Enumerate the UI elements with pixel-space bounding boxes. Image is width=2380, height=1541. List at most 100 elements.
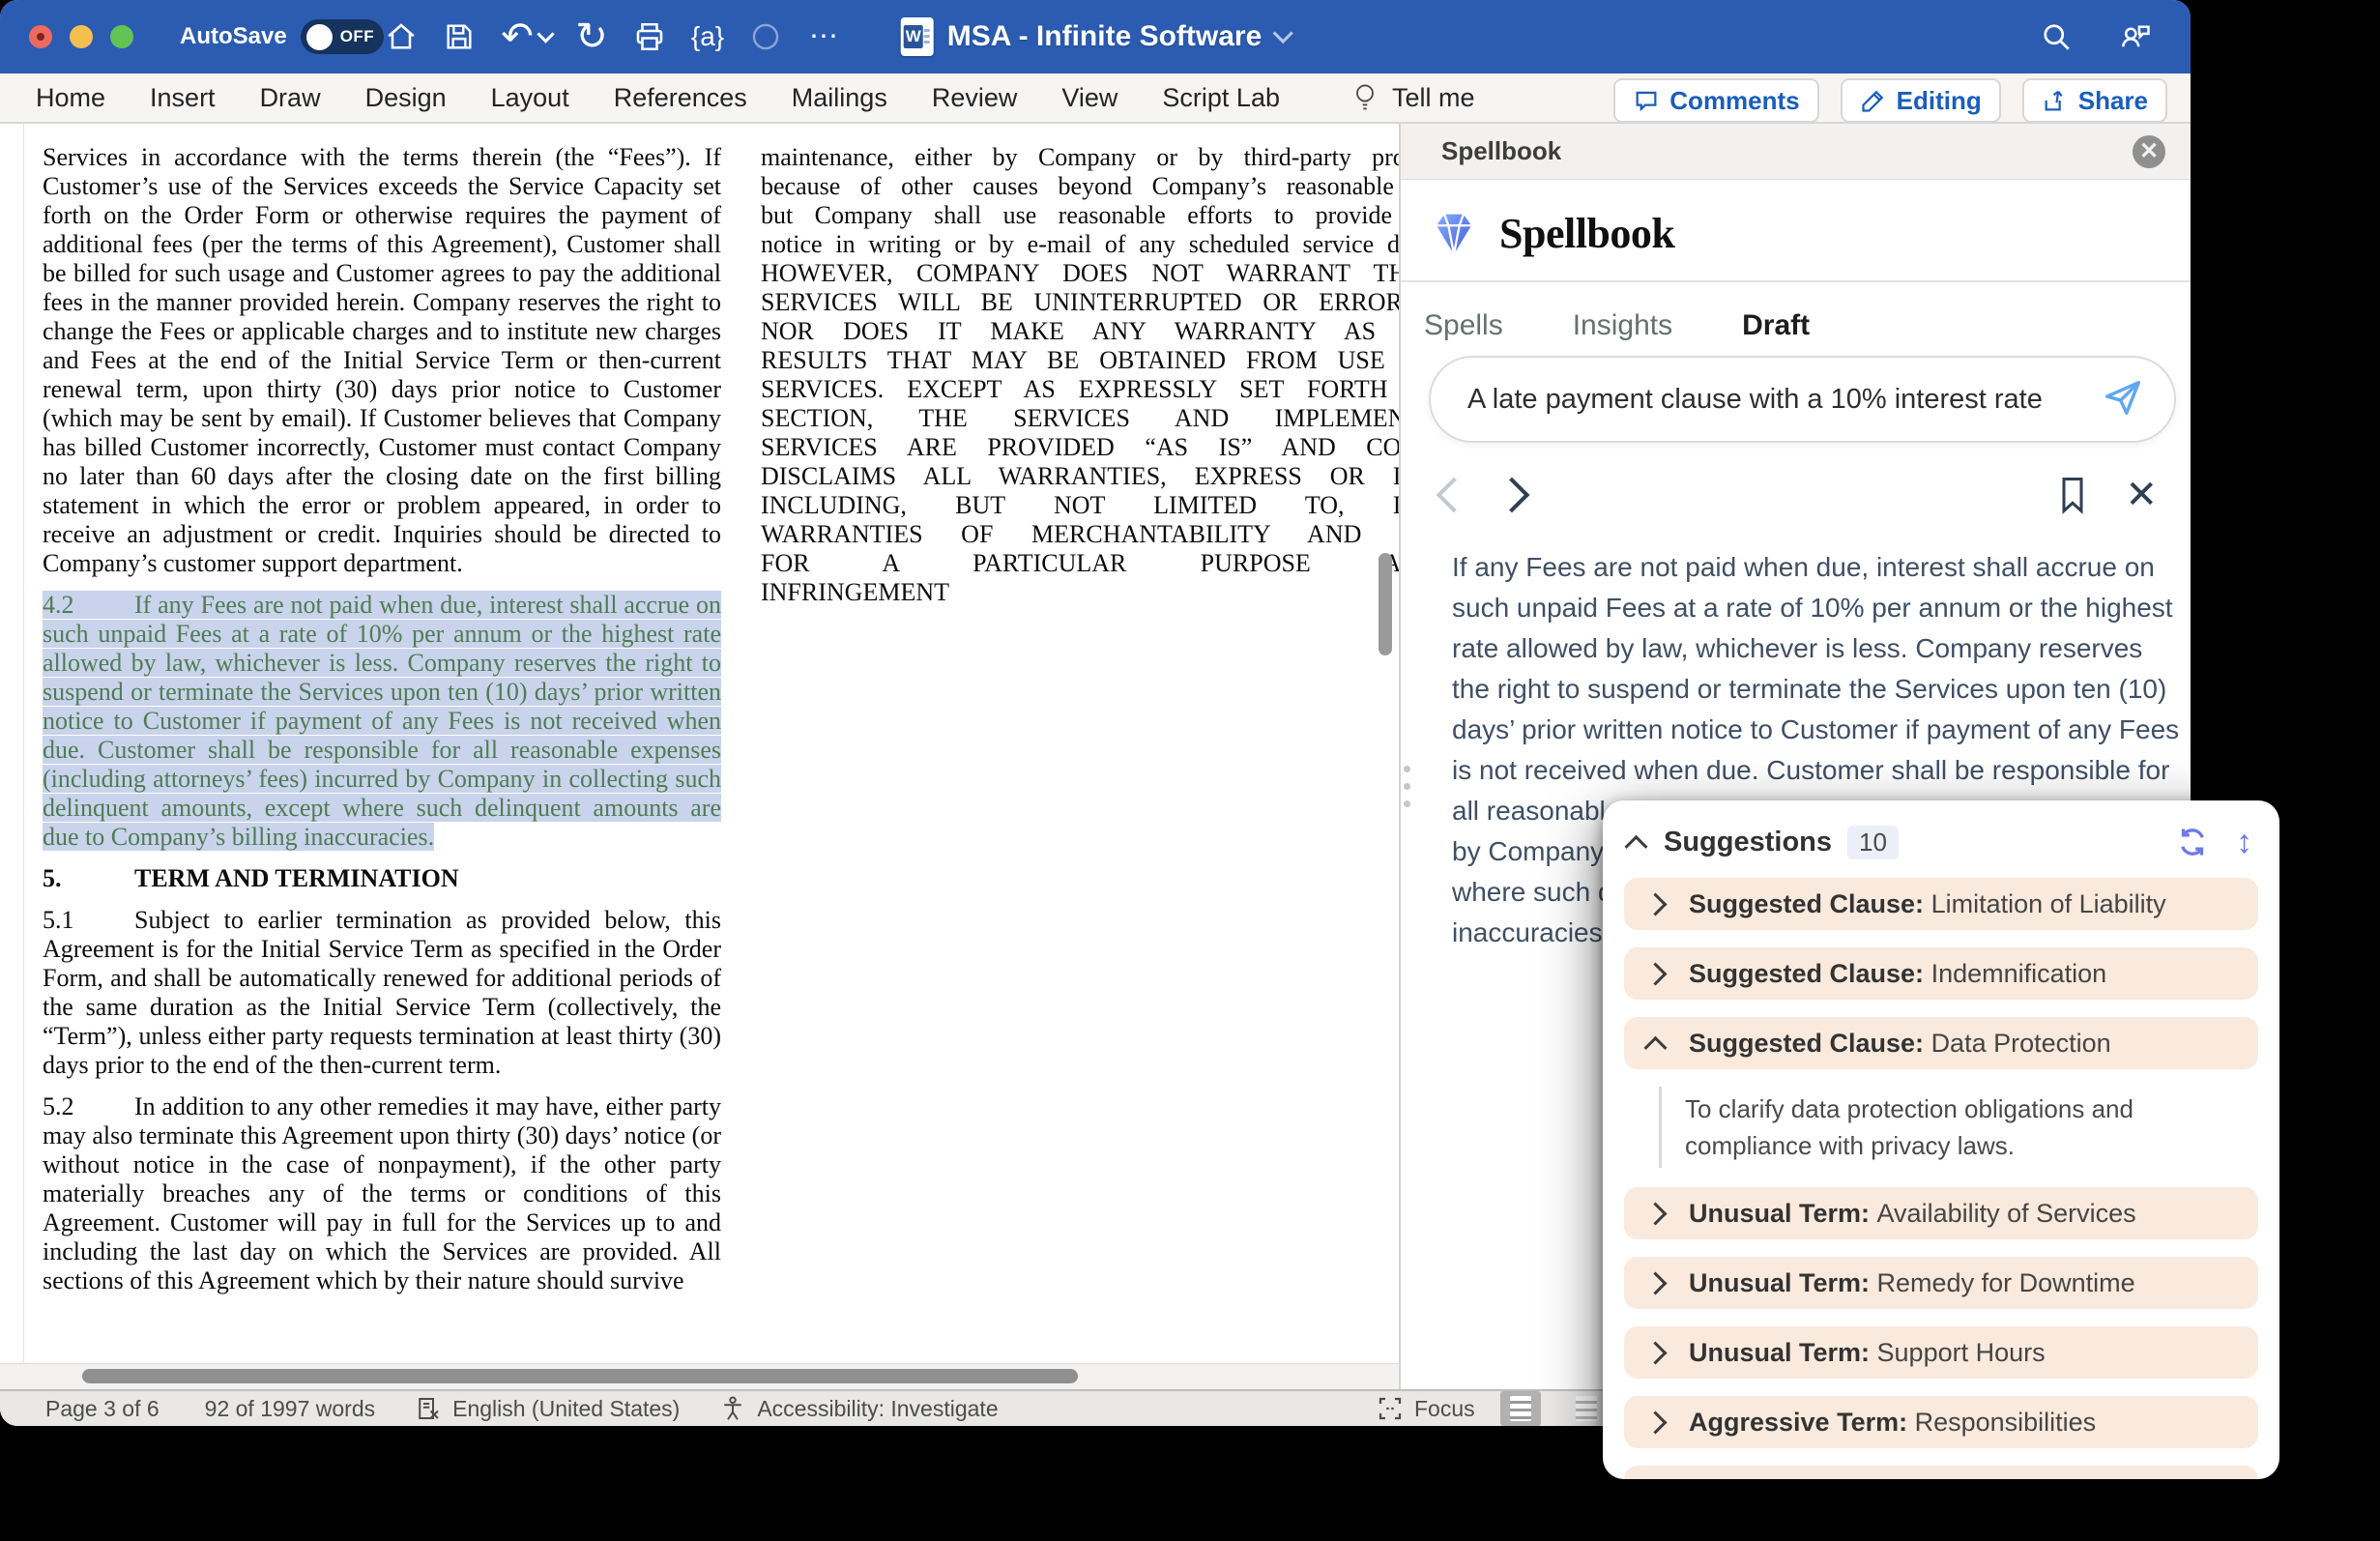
suggestions-count-badge: 10 <box>1847 826 1899 859</box>
autosave-toggle[interactable]: OFF <box>301 19 384 54</box>
comment-icon <box>1633 87 1660 114</box>
bookmark-icon[interactable] <box>2055 474 2090 516</box>
style-brace-icon[interactable]: {a} <box>689 18 726 55</box>
doc-paragraph: 5.2In addition to any other remedies it … <box>43 1092 721 1295</box>
pane-resize-handle[interactable] <box>1404 766 1410 807</box>
print-icon[interactable] <box>631 18 668 55</box>
ribbon: Home Insert Draw Design Layout References Mail… <box>0 73 2191 124</box>
print-layout-view-button[interactable] <box>1500 1391 1541 1426</box>
suggestion-item[interactable]: Aggressive Term: Responsibilities <box>1624 1396 2258 1448</box>
doc-line: HOWEVER, COMPANY DOES NOT WARRANT THAT <box>761 259 1399 288</box>
share-label: Share <box>2078 86 2148 116</box>
doc-line: DISCLAIMS ALL WARRANTIES, EXPRESS OR IMP <box>761 462 1399 491</box>
spellbook-tab-draft[interactable]: Draft <box>1742 309 1810 342</box>
dismiss-draft-icon[interactable]: ✕ <box>2125 476 2158 514</box>
home-icon[interactable] <box>383 18 420 55</box>
ribbon-tab-review[interactable]: Review <box>932 83 1018 113</box>
chevron-icon[interactable] <box>1643 1341 1667 1364</box>
previous-result-button[interactable] <box>1437 478 1472 513</box>
document-horizontal-scrollbar-track[interactable] <box>0 1363 1399 1389</box>
doc-line: INCLUDING, BUT NOT LIMITED TO, IMP <box>761 491 1399 520</box>
undo-button[interactable]: ↶ <box>499 18 552 55</box>
zoom-window-button[interactable] <box>110 25 133 48</box>
tell-me[interactable]: Tell me <box>1351 73 1475 122</box>
suggestion-item[interactable]: Suggested Clause: Indemnification <box>1624 947 2258 1000</box>
ribbon-tab-view[interactable]: View <box>1061 83 1117 113</box>
web-layout-icon <box>1576 1396 1597 1421</box>
search-icon[interactable] <box>2038 18 2075 55</box>
suggestion-item[interactable]: Unusual Term: Availability of Services <box>1624 1187 2258 1239</box>
proofing-icon[interactable] <box>414 1394 443 1423</box>
focus-label: Focus <box>1414 1396 1475 1422</box>
dictate-icon[interactable] <box>747 18 784 55</box>
page-indicator[interactable]: Page 3 of 6 <box>45 1396 160 1422</box>
pane-title: Spellbook <box>1441 136 1561 166</box>
editing-button[interactable]: Editing <box>1841 78 2001 123</box>
spellbook-tab-insights[interactable]: Insights <box>1573 309 1672 342</box>
ribbon-tab-mailings[interactable]: Mailings <box>792 83 887 113</box>
title-dropdown-icon[interactable] <box>1272 22 1292 43</box>
suggestion-item[interactable]: Suggested Clause: Data Protection <box>1624 1017 2258 1069</box>
collapse-suggestions-icon[interactable] <box>1624 834 1647 858</box>
suggestion-item[interactable]: Suggested Clause: Limitation of Liabilit… <box>1624 878 2258 930</box>
word-count[interactable]: 92 of 1997 words <box>205 1396 375 1422</box>
doc-line: maintenance, either by Company or by thi… <box>761 143 1399 172</box>
document-vertical-scrollbar[interactable] <box>1379 553 1392 655</box>
doc-line: NOR DOES IT MAKE ANY WARRANTY AS TO <box>761 317 1399 346</box>
more-commands-icon[interactable]: ⋯ <box>805 18 842 55</box>
chevron-icon[interactable] <box>1643 962 1667 985</box>
share-presence-icon[interactable] <box>2117 18 2154 55</box>
ribbon-tab-references[interactable]: References <box>614 83 747 113</box>
draft-prompt-value: A late payment clause with a 10% interes… <box>1467 384 2101 416</box>
redo-icon[interactable]: ↻ <box>573 18 610 55</box>
doc-line: SERVICES WILL BE UNINTERRUPTED OR ERROR … <box>761 288 1399 317</box>
web-layout-view-button[interactable] <box>1566 1391 1607 1426</box>
chevron-icon[interactable] <box>1643 1410 1667 1434</box>
suggestion-item[interactable]: Unusual Term: Remedy for Downtime <box>1624 1257 2258 1309</box>
suggestion-item[interactable]: Unusual Term: Support Hours <box>1624 1326 2258 1379</box>
ribbon-tab-insert[interactable]: Insert <box>150 83 216 113</box>
ribbon-tab-draw[interactable]: Draw <box>260 83 321 113</box>
expand-collapse-all-icon[interactable]: ↕ <box>2236 826 2252 858</box>
doc-line: RESULTS THAT MAY BE OBTAINED FROM USE OF <box>761 346 1399 375</box>
screen: AutoSave OFF ↶ ↻ <box>0 0 2380 1541</box>
autosave-state: OFF <box>340 27 375 46</box>
title-bar: AutoSave OFF ↶ ↻ <box>0 0 2191 73</box>
editing-label: Editing <box>1897 86 1982 116</box>
comments-button[interactable]: Comments <box>1613 78 1818 123</box>
spellbook-tab-spells[interactable]: Spells <box>1424 309 1503 342</box>
chevron-icon[interactable] <box>1643 892 1667 916</box>
chevron-icon[interactable] <box>1643 1271 1667 1294</box>
ribbon-tab-layout[interactable]: Layout <box>491 83 569 113</box>
document-title-area[interactable]: W MSA - Infinite Software <box>901 0 1291 73</box>
ribbon-tab-script-lab[interactable]: Script Lab <box>1162 83 1280 113</box>
gem-icon <box>1424 203 1484 263</box>
word-doc-icon: W <box>901 17 934 56</box>
chevron-icon[interactable] <box>1643 1035 1667 1059</box>
refresh-icon[interactable] <box>2174 824 2211 860</box>
language-indicator[interactable]: English (United States) <box>452 1396 680 1422</box>
close-window-button[interactable] <box>29 25 52 48</box>
next-result-button[interactable] <box>1495 478 1530 513</box>
pane-close-button[interactable]: ✕ <box>2133 135 2165 168</box>
accessibility-icon[interactable] <box>718 1394 747 1423</box>
ribbon-tab-home[interactable]: Home <box>36 83 105 113</box>
send-icon[interactable] <box>2101 375 2145 424</box>
focus-button[interactable]: Focus <box>1376 1394 1475 1423</box>
share-button[interactable]: Share <box>2022 78 2167 123</box>
doc-line: SERVICES. EXCEPT AS EXPRESSLY SET FORTH … <box>761 375 1399 404</box>
undo-dropdown-icon[interactable] <box>537 25 554 43</box>
undo-icon: ↶ <box>499 18 536 55</box>
suggestion-item[interactable]: Point to Negotiate: Service Capacity <box>1624 1466 2258 1479</box>
chevron-icon[interactable] <box>1643 1202 1667 1225</box>
ribbon-tab-design[interactable]: Design <box>365 83 447 113</box>
pencil-icon <box>1860 87 1887 114</box>
draft-prompt-input[interactable]: A late payment clause with a 10% interes… <box>1429 356 2176 443</box>
minimize-window-button[interactable] <box>70 25 93 48</box>
suggestions-popup: Suggestions 10 ↕ Suggested Clause: Limit… <box>1603 800 2279 1479</box>
suggestions-title: Suggestions <box>1664 827 1832 858</box>
document-canvas[interactable]: Services in accordance with the terms th… <box>0 124 1399 1389</box>
document-horizontal-scrollbar[interactable] <box>82 1369 1078 1383</box>
save-icon[interactable] <box>441 18 478 55</box>
accessibility-status[interactable]: Accessibility: Investigate <box>757 1396 998 1422</box>
